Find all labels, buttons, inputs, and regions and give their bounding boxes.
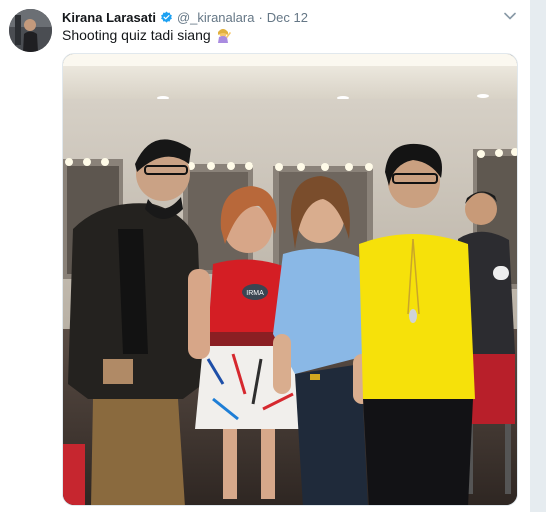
scrollbar-track[interactable] <box>530 0 546 512</box>
author-name[interactable]: Kirana Larasati <box>62 10 156 25</box>
author-handle[interactable]: @_kiranalara <box>177 10 255 25</box>
tweet-card[interactable]: Kirana Larasati @_kiranalara · Dec 12 Sh… <box>0 0 530 512</box>
tweet-text: Shooting quiz tadi siang <box>62 27 231 43</box>
tweet-header: Kirana Larasati @_kiranalara · Dec 12 <box>62 8 308 26</box>
tweet-text-content: Shooting quiz tadi siang <box>62 27 211 43</box>
name-badge-irma: IRMA <box>246 290 264 297</box>
avatar[interactable] <box>9 9 52 52</box>
chevron-down-icon[interactable] <box>502 8 518 24</box>
avatar-image <box>9 9 52 52</box>
woman-gesturing-emoji-icon <box>215 27 231 43</box>
tweet-photo[interactable]: IRMA <box>62 53 518 506</box>
tweet-timestamp[interactable]: Dec 12 <box>267 10 308 25</box>
separator-dot: · <box>258 9 263 25</box>
group-photo-image: IRMA <box>63 54 517 505</box>
verified-badge-icon <box>160 11 173 24</box>
